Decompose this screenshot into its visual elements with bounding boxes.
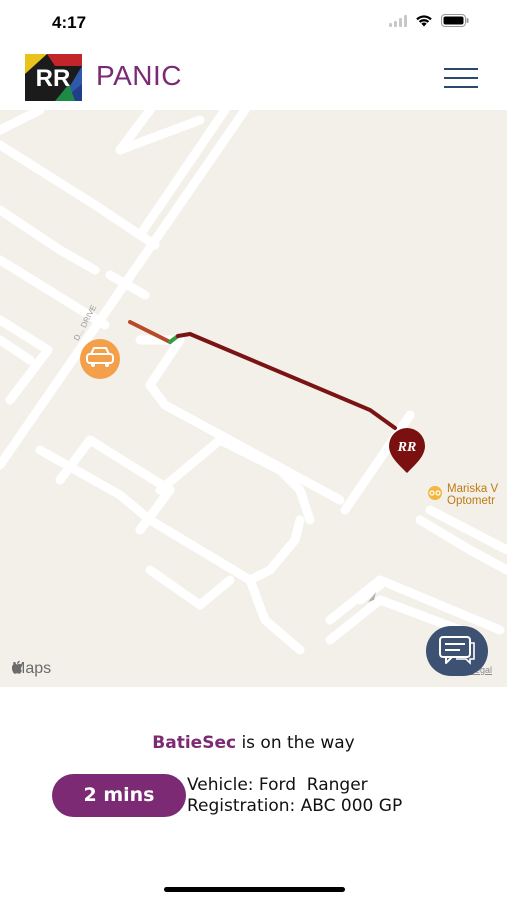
map-canvas[interactable]: RR <box>0 110 507 687</box>
hamburger-menu-button[interactable] <box>440 64 484 94</box>
home-indicator[interactable] <box>164 887 345 892</box>
wifi-icon <box>415 14 433 32</box>
status-bar: 4:17 <box>0 0 507 46</box>
vehicle-label: Vehicle: Ford Ranger <box>187 775 368 795</box>
status-icons <box>389 14 469 32</box>
app-header: RR PANIC <box>0 46 507 110</box>
poi-name-line2: Optometr <box>447 495 495 507</box>
menu-line-icon <box>444 86 478 88</box>
eta-panel: BatieSec is on the way 2 mins Vehicle: F… <box>0 687 507 900</box>
menu-line-icon <box>444 68 478 70</box>
cellular-signal-icon <box>389 14 407 32</box>
poi-name-line1: Mariska V <box>447 483 499 495</box>
status-text: is on the way <box>236 733 355 753</box>
pin-text: RR <box>397 440 417 455</box>
eta-badge: 2 mins <box>52 774 186 817</box>
app-logo: RR <box>25 54 82 101</box>
map-roads <box>0 110 507 655</box>
vehicle-info: Vehicle: Ford Ranger Registration: ABC 00… <box>187 775 402 817</box>
registration-label: Registration: ABC 000 GP <box>187 796 403 816</box>
map-view[interactable]: RR Mariska V Optometr D... DRIVE Maps Le… <box>0 110 507 687</box>
optometrist-poi-icon[interactable] <box>428 486 442 500</box>
maps-attribution: Maps <box>12 660 51 678</box>
battery-icon <box>441 14 469 32</box>
chat-button[interactable] <box>426 626 488 676</box>
poi-label[interactable]: Mariska V Optometr <box>447 483 498 507</box>
status-time: 4:17 <box>52 13 87 32</box>
logo-text: RR <box>36 65 71 92</box>
app-title: PANIC <box>96 60 182 91</box>
on-the-way-text: BatieSec is on the way <box>0 733 507 753</box>
destination-pin-icon[interactable]: RR <box>389 428 425 473</box>
menu-line-icon <box>444 77 478 79</box>
company-name: BatieSec <box>152 733 237 753</box>
